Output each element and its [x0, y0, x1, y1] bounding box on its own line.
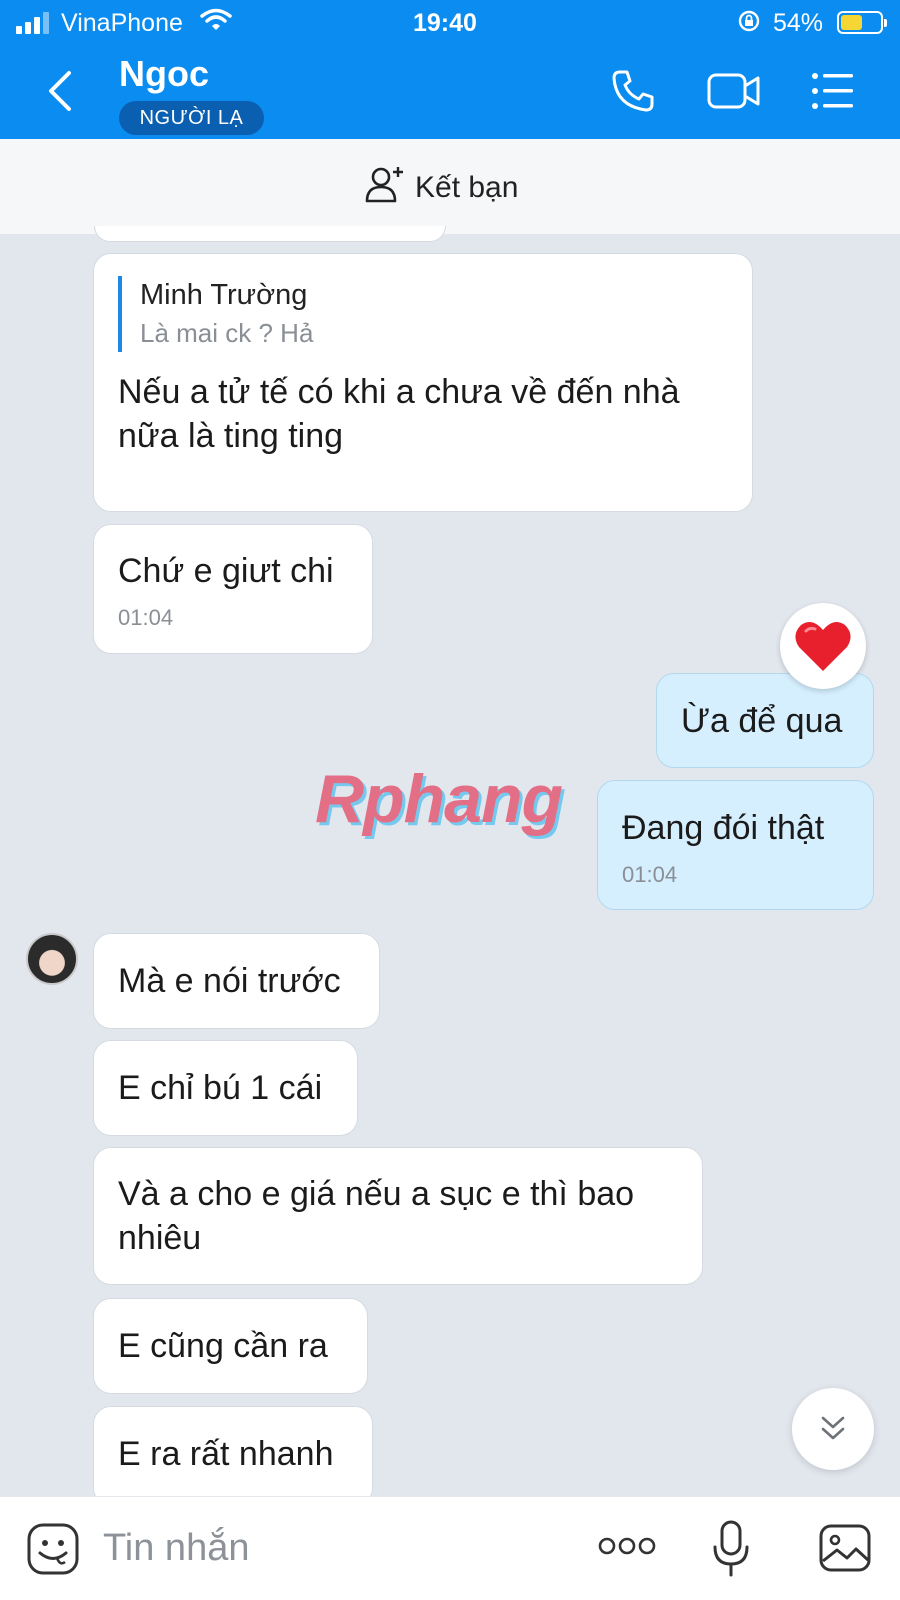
- message-bubble[interactable]: Chứ e giưt chi 01:04: [93, 524, 373, 654]
- phone-icon[interactable]: [610, 68, 656, 119]
- image-icon[interactable]: [818, 1523, 872, 1578]
- add-friend-label: Kết bạn: [415, 171, 519, 204]
- message-bubble[interactable]: Mà e nói trước: [93, 933, 380, 1029]
- message-text: E cũng cần ra: [118, 1327, 328, 1365]
- signal-icon: [16, 12, 52, 34]
- message-text: Chứ e giưt chi: [118, 552, 334, 590]
- video-call-icon[interactable]: [706, 68, 762, 119]
- more-icon[interactable]: [597, 1535, 657, 1562]
- quote-text: Là mai ck ? Hả: [140, 318, 314, 348]
- status-bar: VinaPhone 19:40 54%: [0, 0, 900, 44]
- message-text: Mà e nói trước: [118, 962, 341, 1000]
- heart-icon: [795, 621, 851, 671]
- message-bubble[interactable]: E cũng cần ra: [93, 1298, 368, 1394]
- partial-message-bubble: [94, 226, 446, 242]
- menu-icon[interactable]: [810, 68, 856, 119]
- message-text: E ra rất nhanh: [118, 1435, 334, 1473]
- message-bubble[interactable]: Minh Trường Là mai ck ? Hả Nếu a tử tế c…: [93, 253, 753, 512]
- stranger-badge: NGƯỜI LẠ: [119, 101, 264, 135]
- message-bubble[interactable]: E ra rất nhanh: [93, 1406, 373, 1506]
- message-time: 01:04: [622, 862, 678, 887]
- message-bubble[interactable]: Đang đói thật 01:04: [597, 780, 874, 910]
- quoted-message[interactable]: Minh Trường Là mai ck ? Hả: [118, 276, 728, 352]
- message-bubble[interactable]: E chỉ bú 1 cái: [93, 1040, 358, 1136]
- microphone-icon[interactable]: [711, 1519, 751, 1584]
- avatar[interactable]: [26, 933, 78, 985]
- wifi-icon: [200, 8, 232, 39]
- battery-icon: [837, 11, 887, 34]
- message-text: Đang đói thật: [622, 809, 825, 847]
- add-friend-icon: [365, 165, 405, 211]
- carrier-name: VinaPhone: [61, 9, 183, 37]
- message-text: Nếu a tử tế có khi a chưa về đến nhà nữa…: [118, 373, 680, 455]
- message-input[interactable]: Tin nhắn: [103, 1527, 249, 1570]
- scroll-to-bottom-button[interactable]: [792, 1388, 874, 1470]
- back-icon[interactable]: [45, 70, 75, 117]
- message-time: 01:04: [118, 605, 174, 630]
- message-bubble[interactable]: Ừa để qua: [656, 673, 874, 768]
- chat-header: VinaPhone 19:40 54% Ngoc NGƯỜI LẠ: [0, 0, 900, 139]
- message-bubble[interactable]: Và a cho e giá nếu a sục e thì bao nhiêu: [93, 1147, 703, 1285]
- message-text: Và a cho e giá nếu a sục e thì bao nhiêu: [118, 1175, 635, 1257]
- message-input-bar: Tin nhắn: [0, 1496, 900, 1600]
- battery-percent: 54%: [773, 9, 824, 37]
- watermark: Rphang: [315, 761, 563, 837]
- contact-name[interactable]: Ngoc: [119, 53, 209, 95]
- rotation-lock-icon: [737, 9, 761, 40]
- message-text: E chỉ bú 1 cái: [118, 1069, 323, 1107]
- sticker-icon[interactable]: [26, 1522, 80, 1581]
- status-time: 19:40: [413, 9, 477, 37]
- message-text: Ừa để qua: [681, 702, 843, 740]
- double-chevron-down-icon: [821, 1416, 845, 1440]
- add-friend-bar[interactable]: Kết bạn: [0, 139, 900, 234]
- quote-author: Minh Trường: [140, 279, 308, 311]
- reaction-badge[interactable]: [780, 603, 866, 689]
